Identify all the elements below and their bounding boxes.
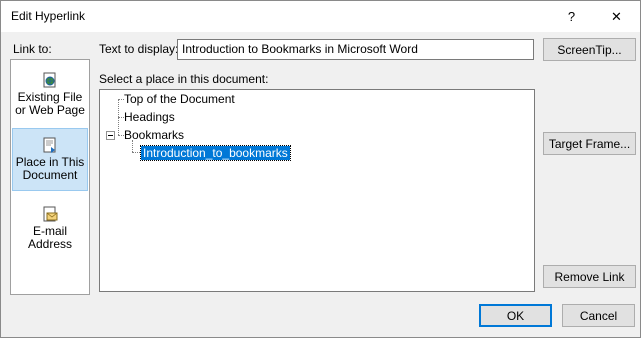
link-to-item-line2: or Web Page bbox=[15, 103, 85, 117]
close-icon: ✕ bbox=[611, 8, 622, 24]
link-to-label: Link to: bbox=[13, 42, 52, 56]
title-bar: Edit Hyperlink ? ✕ bbox=[1, 1, 640, 32]
link-to-item-line1: Existing File bbox=[17, 90, 83, 104]
link-to-item-line1: Place in This bbox=[15, 155, 85, 169]
text-to-display-input[interactable]: Introduction to Bookmarks in Microsoft W… bbox=[177, 39, 534, 60]
dialog-title: Edit Hyperlink bbox=[11, 9, 86, 23]
tree-node-bookmarks[interactable]: Bookmarks bbox=[124, 128, 184, 142]
cancel-button[interactable]: Cancel bbox=[562, 304, 635, 327]
collapse-toggle[interactable] bbox=[106, 131, 115, 140]
link-to-item-line2: Document bbox=[22, 168, 78, 182]
link-to-place-in-document[interactable]: Place in This Document bbox=[12, 128, 88, 191]
tree-node-top-of-document[interactable]: Top of the Document bbox=[124, 92, 235, 106]
tree-node-headings[interactable]: Headings bbox=[124, 110, 175, 124]
ok-button[interactable]: OK bbox=[479, 304, 552, 327]
help-icon: ? bbox=[567, 9, 576, 24]
tree-node-introduction-bookmark[interactable]: Introduction_to_bookmarks bbox=[140, 145, 291, 161]
link-to-existing-file[interactable]: Existing File or Web Page bbox=[12, 68, 88, 118]
text-to-display-label: Text to display: bbox=[99, 42, 179, 56]
link-to-item-line2: Address bbox=[27, 237, 73, 251]
email-icon bbox=[43, 206, 58, 222]
select-place-label: Select a place in this document: bbox=[99, 72, 269, 86]
target-frame-button[interactable]: Target Frame... bbox=[543, 132, 636, 155]
edit-hyperlink-dialog: Edit Hyperlink ? ✕ Link to: Existing Fil… bbox=[0, 0, 641, 338]
document-place-tree[interactable]: Top of the Document Headings Bookmarks I… bbox=[99, 89, 535, 292]
link-to-bar: Existing File or Web Page Place in This … bbox=[10, 59, 90, 295]
help-button[interactable]: ? bbox=[549, 1, 594, 32]
screentip-button[interactable]: ScreenTip... bbox=[543, 38, 636, 61]
link-to-email-address[interactable]: E-mail Address bbox=[12, 202, 88, 252]
link-to-item-line1: E-mail bbox=[32, 224, 67, 238]
tree-connector bbox=[132, 152, 140, 153]
document-place-icon bbox=[43, 137, 56, 153]
remove-link-button[interactable]: Remove Link bbox=[543, 265, 636, 288]
web-page-icon bbox=[43, 72, 56, 88]
close-button[interactable]: ✕ bbox=[594, 1, 639, 32]
